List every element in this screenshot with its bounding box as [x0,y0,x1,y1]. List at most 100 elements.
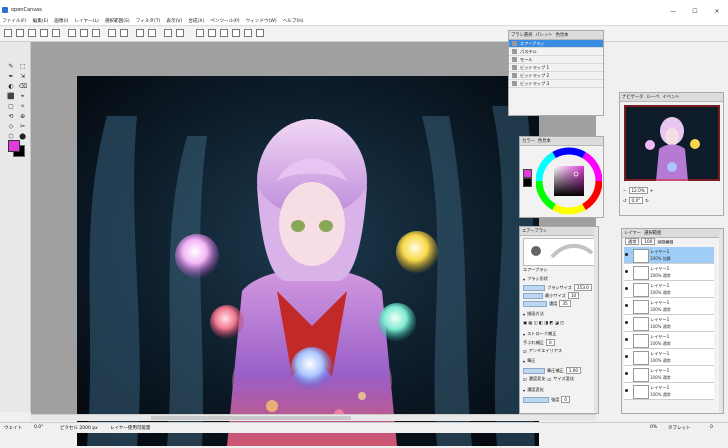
eye-icon[interactable] [625,253,628,256]
fill-tool-icon[interactable]: ⬛ [7,93,15,101]
opacity-field[interactable]: 100 [641,238,656,245]
min-size-slider[interactable] [523,292,543,299]
menu-pen-tool[interactable]: ペンツール(P) [210,18,239,24]
select-tool-icon[interactable]: ⬚ [19,63,27,71]
save-as-icon[interactable] [40,29,48,37]
zoom-fit-icon[interactable] [220,29,228,37]
brush-tool-icon[interactable]: ✒ [7,73,15,81]
eye-icon[interactable] [625,372,628,375]
tab-layer[interactable]: レイヤー [624,230,641,236]
rotate-left-icon[interactable] [164,29,172,37]
size-slider[interactable] [523,284,545,291]
rect-select-icon[interactable]: ▢ [7,103,15,111]
eye-icon[interactable] [625,355,628,358]
redo-icon[interactable] [244,29,252,37]
eye-icon[interactable] [625,338,628,341]
brush-settings-scrollbar[interactable] [594,227,598,413]
brush-item[interactable]: パステル [509,48,603,56]
min-size-field[interactable]: 10 [567,292,580,299]
zoom-out-icon[interactable]: − [623,188,627,193]
eye-icon[interactable] [625,321,628,324]
layer-row[interactable]: レイヤー1 100% 通常 [624,349,714,366]
density-slider[interactable] [523,300,547,307]
canvas-horizontal-scrollbar[interactable] [31,414,596,421]
layer-row[interactable]: レイヤー1 100% 通常 [624,315,714,332]
eye-icon[interactable] [625,389,628,392]
tab-color-sample[interactable]: 色見本 [556,32,569,38]
menu-selection[interactable]: 選択範囲(S) [105,18,130,24]
size-change-checkbox[interactable]: ☑ [548,377,552,382]
copy-icon[interactable] [68,29,76,37]
tab-airbrush[interactable]: エアーブラシ [522,228,547,234]
tab-swatches[interactable]: 色見本 [538,138,551,144]
size-field[interactable]: 353.0 [573,284,592,291]
magic-wand-icon[interactable]: ✧ [19,103,27,111]
paste-icon[interactable] [80,29,88,37]
print-icon[interactable] [52,29,60,37]
navigator-zoom-field[interactable]: 12.0% [628,187,648,194]
pressure-curve[interactable] [523,367,545,374]
chevron-down-icon[interactable]: ▾ [523,332,525,337]
blur-tool-icon[interactable]: ◐ [7,83,15,91]
eye-icon[interactable] [625,287,628,290]
deselect-icon[interactable] [120,29,128,37]
brush-item[interactable]: ビットマップ 1 [509,64,603,72]
brush-item[interactable]: ビットマップ 2 [509,72,603,80]
rotate-right-icon[interactable] [176,29,184,37]
tab-color[interactable]: カラー [522,138,535,144]
move-icon[interactable] [136,29,144,37]
tab-selection[interactable]: 選択範囲 [644,230,661,236]
artwork-canvas[interactable] [77,76,539,446]
menu-edit[interactable]: 編集(E) [33,18,49,24]
foreground-color-swatch[interactable] [8,140,20,152]
minimize-button[interactable]: — [662,6,684,16]
navigator-thumbnail[interactable] [624,105,720,181]
blend-mode-select[interactable]: 通常 [625,238,640,245]
cut-icon[interactable] [92,29,100,37]
stroke-field[interactable]: 0 [545,339,555,346]
shape-tool-icon[interactable]: ◇ [7,123,15,131]
layer-scrollbar[interactable] [719,229,723,413]
layer-row[interactable]: レイヤー1 100% 通常 [624,264,714,281]
density-change-checkbox[interactable]: ☑ [523,377,527,382]
menu-view[interactable]: 表示(V) [166,18,182,24]
rotate-right-icon[interactable]: ↻ [645,198,649,203]
pen-tool-icon[interactable]: ✎ [7,63,15,71]
tab-loupe[interactable]: ルーペ [646,94,659,100]
layer-row[interactable]: レイヤー1 100% 通常 [624,281,714,298]
secondary-color-swatch[interactable] [523,178,532,187]
current-color-swatch[interactable] [523,169,532,178]
layer-row[interactable]: レイヤー1 100% 通常 [624,298,714,315]
eye-icon[interactable] [625,270,628,273]
pressure-field[interactable]: 1.00 [565,367,582,374]
brush-item[interactable]: エアーブラシ [509,40,603,48]
tab-event[interactable]: イベント [662,94,679,100]
menu-image[interactable]: 画像(I) [54,18,68,24]
antialias-checkbox[interactable]: ☑ [523,349,527,354]
rotate-tool-icon[interactable]: ⟲ [7,113,15,121]
hand-icon[interactable] [148,29,156,37]
tab-palette[interactable]: パレット [535,32,552,38]
select-all-icon[interactable] [108,29,116,37]
zoom-in-icon[interactable] [196,29,204,37]
save-icon[interactable] [28,29,36,37]
texture-field[interactable]: 0 [561,396,571,403]
layer-row[interactable]: レイヤー1 100% 通常 [624,332,714,349]
layer-row[interactable]: レイヤー1 100% 通常 [624,366,714,383]
move-tool-icon[interactable]: ⇲ [19,73,27,81]
chevron-down-icon[interactable]: ▾ [523,388,525,393]
zoom-tool-icon[interactable]: ⊕ [19,113,27,121]
texture-slider[interactable] [523,396,549,403]
eye-icon[interactable] [625,304,628,307]
menu-composite[interactable]: 合成(X) [188,18,204,24]
rotate-view-icon[interactable] [232,29,240,37]
tab-brush-select[interactable]: ブラシ選択 [511,32,532,38]
eyedropper-tool-icon[interactable]: ⌖ [19,93,27,101]
chevron-down-icon[interactable]: ▾ [523,359,525,364]
cut-tool-icon[interactable]: ✂ [19,123,27,131]
new-icon[interactable] [4,29,12,37]
menu-file[interactable]: ファイル(F) [2,18,27,24]
density-field[interactable]: 35 [559,300,571,307]
menu-help[interactable]: ヘルプ(H) [283,18,304,24]
eraser-tool-icon[interactable]: ⌫ [19,83,27,91]
